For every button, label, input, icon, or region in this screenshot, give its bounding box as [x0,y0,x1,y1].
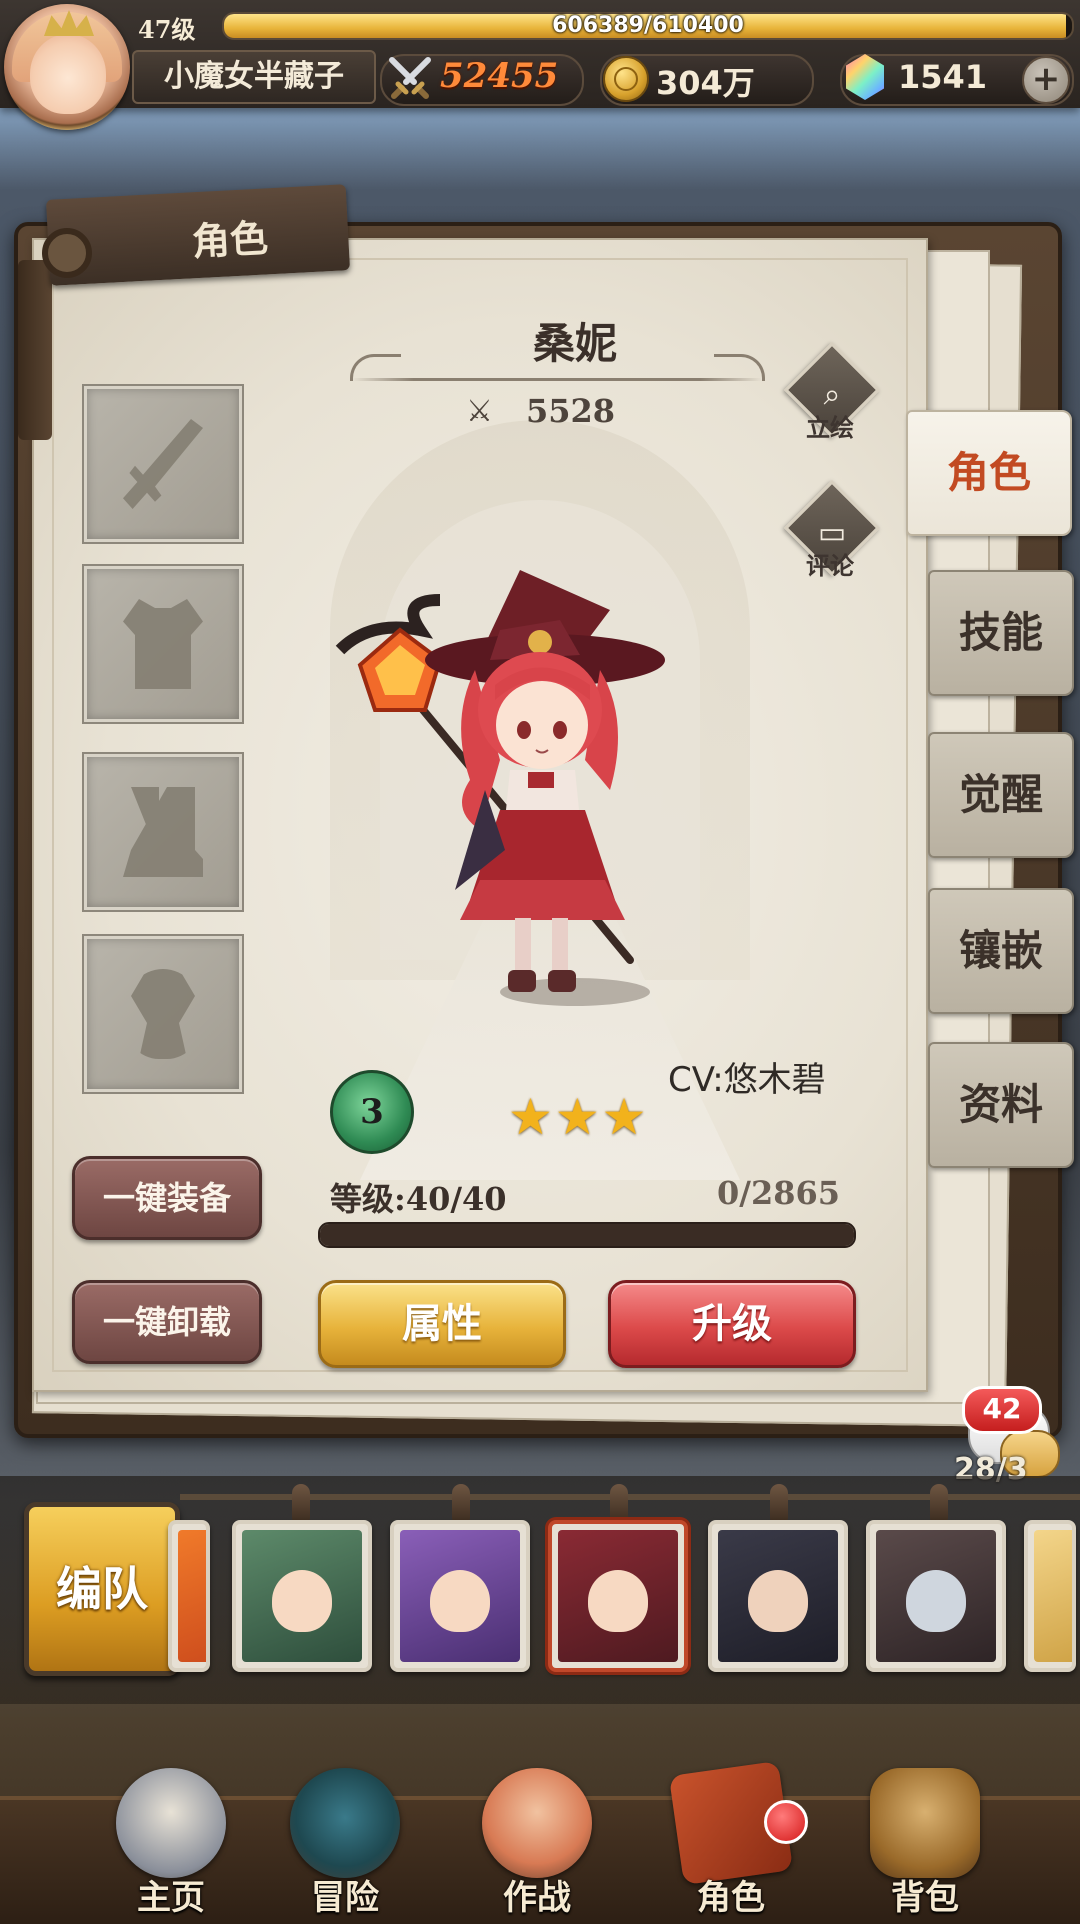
card-pin [610,1484,628,1522]
page-tag-label: 角色 [190,216,270,264]
nav-adventure[interactable]: 冒险 [270,1748,420,1918]
unequip-all-button[interactable]: 一键卸载 [72,1280,262,1364]
boots-icon [123,787,203,877]
sword-icon [123,419,203,509]
comment-label: 评论 [806,552,854,580]
card-pin [452,1484,470,1522]
player-name[interactable]: 小魔女半藏子 [132,50,376,104]
chat-badge: 42 [962,1386,1042,1434]
nav-battle[interactable]: 作战 [462,1748,612,1918]
character-power: 5528 [526,392,616,430]
voice-actor: CV:悠木碧 [668,1060,826,1100]
card-pin [770,1484,788,1522]
equip-slot-accessory[interactable] [82,934,244,1094]
card-pin [930,1484,948,1522]
hero-card[interactable] [390,1520,530,1672]
player-level: 47级 [138,15,196,44]
character-exp-bar [318,1222,856,1248]
hero-card-selected[interactable] [548,1520,688,1672]
equip-slot-armor[interactable] [82,564,244,724]
equip-all-button[interactable]: 一键装备 [72,1156,262,1240]
nav-home[interactable]: 主页 [96,1748,246,1918]
nav-home-label: 主页 [137,1878,205,1918]
character-level: 等级:40/40 [330,1180,507,1218]
gold-value: 304万 [656,64,755,102]
character-sprite [335,570,665,992]
character-name: 桑妮 [532,319,617,368]
armor-icon [123,599,203,689]
hero-card[interactable] [708,1520,848,1672]
hero-card[interactable] [1024,1520,1076,1672]
hero-card[interactable] [168,1520,210,1672]
portal-icon [290,1768,400,1878]
equip-slot-weapon[interactable] [82,384,244,544]
tab-inlay[interactable]: 镶嵌 [928,888,1074,1014]
gold-coin-icon [603,56,649,102]
character-exp: 0/2865 [716,1174,840,1212]
element-badge-number: 3 [360,1092,384,1132]
tab-skills[interactable]: 技能 [928,570,1074,696]
hero-card[interactable] [232,1520,372,1672]
nav-battle-label: 作战 [503,1878,571,1918]
tab-profile[interactable]: 资料 [928,1042,1074,1168]
card-pin [292,1484,310,1522]
crossed-swords-icon: ⚔ [466,394,493,429]
player-avatar[interactable] [4,4,130,130]
backpack-icon [870,1768,980,1878]
player-exp-text: 606389/610400 [552,13,744,38]
book-strap [18,260,52,440]
upgrade-button[interactable]: 升级 [608,1280,856,1368]
star-rating: ★★★ [508,1088,649,1146]
nav-character-label: 角色 [697,1878,765,1918]
nav-bag[interactable]: 背包 [850,1748,1000,1918]
tab-awaken[interactable]: 觉醒 [928,732,1074,858]
tab-character[interactable]: 角色 [906,410,1072,536]
hero-card[interactable] [866,1520,1006,1672]
gem-value: 1541 [898,58,988,96]
tag-ring [42,228,92,278]
name-divider [352,378,762,381]
equip-slot-boots[interactable] [82,752,244,912]
team-button[interactable]: 编队 [24,1502,180,1676]
avatar-face [30,34,106,114]
castle-icon [116,1768,226,1878]
nav-bag-label: 背包 [891,1878,959,1918]
power-value: 52455 [440,56,559,96]
amulet-icon [131,969,195,1059]
crossed-swords-icon [389,57,431,99]
battle-icon [482,1768,592,1878]
character-exp-fill [320,1224,854,1246]
portrait-label: 立绘 [806,414,854,442]
notification-dot [764,1800,808,1844]
add-gems-button[interactable]: + [1022,56,1070,104]
nav-adventure-label: 冒险 [311,1878,379,1918]
attributes-button[interactable]: 属性 [318,1280,566,1368]
